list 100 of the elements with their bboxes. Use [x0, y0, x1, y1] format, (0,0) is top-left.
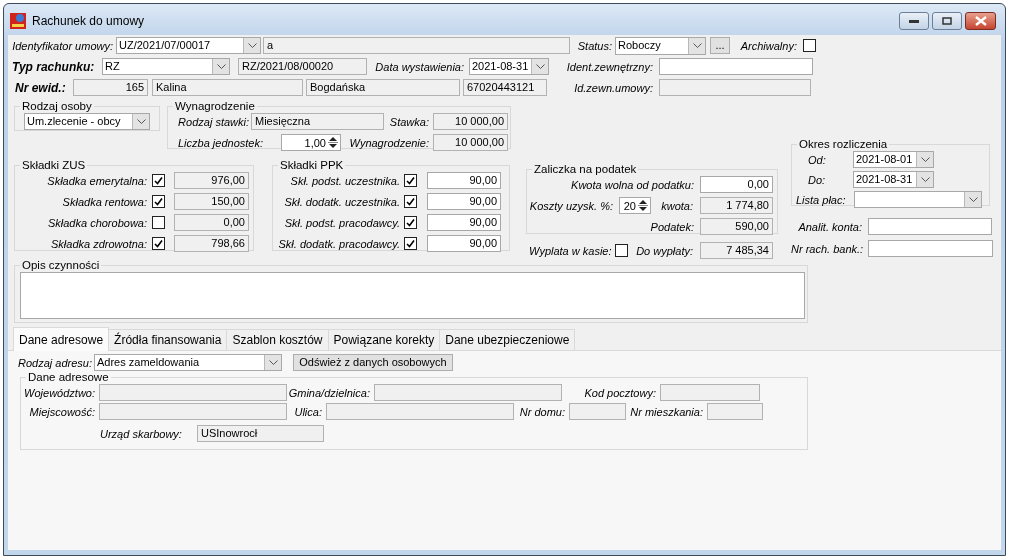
field-label: Składka chorobowa: — [46, 216, 147, 229]
text-field[interactable] — [868, 218, 992, 235]
maximize-button[interactable] — [932, 11, 962, 30]
text-field[interactable]: 90,00 — [427, 235, 501, 252]
checkbox[interactable] — [152, 174, 165, 187]
close-button[interactable] — [965, 11, 996, 30]
tab[interactable]: Dane adresowe — [13, 327, 110, 351]
text-field[interactable] — [326, 403, 514, 420]
chevron-icon — [136, 119, 146, 124]
field-label: Ulica: — [293, 405, 322, 418]
minimize-button[interactable] — [899, 11, 929, 30]
group-title: Rodzaj osoby — [21, 100, 93, 112]
group-title: Składki PPK — [279, 159, 345, 171]
field-label: Do wypłaty: — [635, 244, 693, 257]
checkbox[interactable] — [152, 216, 165, 229]
spin-field[interactable]: 1,00 — [281, 134, 341, 151]
refresh-button[interactable]: Odśwież z danych osobowych — [293, 354, 453, 371]
text-field[interactable] — [660, 384, 760, 401]
field-label: Archiwalny: — [739, 39, 797, 52]
date-picker[interactable]: 2021-08-31 — [469, 58, 549, 75]
text-field[interactable] — [99, 384, 287, 401]
text-field[interactable] — [99, 403, 287, 420]
field-label: Gmina/dzielnica: — [288, 386, 370, 399]
checkbox[interactable] — [152, 195, 165, 208]
checkmark-icon — [154, 176, 163, 185]
checkbox[interactable] — [404, 174, 417, 187]
tab[interactable]: Powiązane korekty — [327, 329, 441, 350]
field-label: Kwota wolna od podatku: — [570, 178, 694, 191]
text-field[interactable]: a — [263, 37, 570, 54]
text-field[interactable]: 90,00 — [427, 214, 501, 231]
field-label: Stawka: — [388, 115, 429, 128]
text-field[interactable]: 150,00 — [174, 193, 249, 210]
checkbox[interactable] — [615, 244, 628, 257]
text-field[interactable]: 10 000,00 — [433, 134, 508, 151]
spin-field[interactable]: 20 — [619, 197, 651, 214]
text-field[interactable]: USInowrocł — [197, 425, 324, 442]
text-field[interactable]: Miesięczna — [251, 113, 384, 130]
field-label: Koszty uzysk. %: — [528, 199, 613, 212]
text-field[interactable]: 798,66 — [174, 235, 249, 252]
dropdown[interactable]: RZ — [102, 58, 230, 75]
chevron-icon — [692, 43, 702, 48]
text-field[interactable]: 0,00 — [174, 214, 249, 231]
text-field[interactable] — [707, 403, 763, 420]
chevron-icon — [216, 64, 226, 69]
checkmark-icon — [406, 197, 415, 206]
date-picker[interactable]: 2021-08-01 — [853, 151, 934, 168]
tab[interactable]: Dane ubezpieczeniowe — [439, 329, 576, 350]
text-field[interactable]: 976,00 — [174, 172, 249, 189]
text-field[interactable]: Bogdańska — [306, 79, 460, 96]
field-label: Rodzaj stawki: — [177, 115, 249, 128]
checkbox[interactable] — [404, 195, 417, 208]
field-label: Podatek: — [649, 220, 694, 233]
text-field[interactable]: 7 485,34 — [700, 242, 773, 259]
text-field[interactable]: 590,00 — [700, 218, 773, 235]
text-field[interactable]: Kalina — [152, 79, 303, 96]
field-label: Status: — [576, 39, 612, 52]
text-field[interactable]: 90,00 — [427, 172, 501, 189]
browse-button[interactable]: ... — [710, 37, 730, 54]
checkmark-icon — [154, 197, 163, 206]
field-label: Id.zewn.umowy: — [573, 81, 653, 94]
group-title: Dane adresowe — [27, 371, 110, 383]
checkmark-icon — [154, 239, 163, 248]
window-title: Rachunek do umowy — [32, 14, 145, 28]
field-label: Rodzaj adresu: — [18, 356, 90, 369]
dropdown[interactable]: Adres zameldowania — [94, 354, 282, 371]
dropdown[interactable]: UZ/2021/07/00017 — [116, 37, 261, 54]
checkmark-icon — [406, 239, 415, 248]
group-title: Opis czynności — [21, 259, 101, 271]
text-field[interactable] — [374, 384, 562, 401]
text-field[interactable]: RZ/2021/08/00020 — [238, 58, 367, 75]
text-field[interactable] — [868, 240, 993, 257]
text-field[interactable]: 90,00 — [427, 193, 501, 210]
checkbox[interactable] — [803, 39, 816, 52]
app-icon — [10, 13, 26, 29]
text-field[interactable]: 67020443121 — [463, 79, 547, 96]
field-label: Liczba jednostek: — [177, 136, 263, 149]
field-label: Analit. konta: — [797, 220, 862, 233]
chevron-icon — [968, 197, 978, 202]
text-field[interactable]: 1 774,80 — [700, 197, 773, 214]
field-label: Identyfikator umowy: — [11, 39, 113, 52]
text-field[interactable]: 10 000,00 — [433, 113, 508, 130]
text-field[interactable] — [569, 403, 626, 420]
checkbox[interactable] — [404, 216, 417, 229]
date-picker[interactable]: 2021-08-31 — [853, 171, 934, 188]
field-label: Wyplata w kasie: — [529, 244, 610, 257]
dropdown[interactable]: Um.zlecenie - obcy — [24, 113, 150, 130]
text-field[interactable] — [659, 58, 813, 75]
checkbox[interactable] — [404, 237, 417, 250]
field-label: Nr ewid.: — [15, 80, 67, 95]
dropdown[interactable]: Roboczy — [615, 36, 706, 55]
text-field[interactable] — [659, 79, 811, 96]
field-label: Do: — [808, 173, 827, 186]
text-field[interactable]: 165 — [73, 79, 148, 96]
field-label: Nr rach. bank.: — [791, 242, 862, 255]
field-label: Data wystawienia: — [374, 60, 464, 73]
checkbox[interactable] — [152, 237, 165, 250]
field-label: Skł. podst. uczestnika. — [289, 174, 400, 187]
text-field[interactable]: 0,00 — [700, 176, 773, 193]
chevron-icon — [535, 64, 545, 69]
up-down-arrows-icon — [328, 136, 338, 149]
